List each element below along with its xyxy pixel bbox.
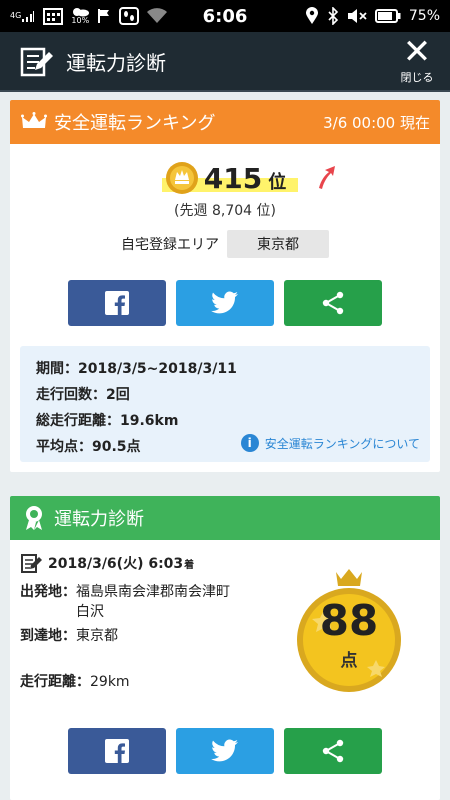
trips-line: 走行回数：2回 bbox=[36, 387, 130, 403]
twitter-share-button[interactable] bbox=[176, 728, 274, 774]
mute-icon bbox=[347, 8, 367, 24]
wifi-icon bbox=[147, 8, 168, 24]
notepad-icon bbox=[21, 554, 42, 573]
trip-distance-value: 29km bbox=[90, 674, 130, 690]
share-icon bbox=[322, 291, 344, 315]
area-row: 自宅登録エリア 東京都 bbox=[10, 230, 440, 258]
ranking-date: 3/6 00:00 現在 bbox=[323, 113, 430, 132]
distance-line: 総走行距離：19.6km bbox=[36, 413, 179, 429]
diagnosis-title: 運転力診断 bbox=[54, 509, 144, 530]
diagnosis-share-row bbox=[10, 728, 440, 774]
period-line: 期間：2018/3/5~2018/3/11 bbox=[36, 361, 237, 377]
notepad-icon bbox=[16, 41, 56, 81]
departure-label: 出発地： bbox=[20, 584, 76, 600]
flag-icon bbox=[97, 8, 111, 24]
ranking-info-box: 期間：2018/3/5~2018/3/11 走行回数：2回 総走行距離：19.6… bbox=[20, 346, 430, 462]
facebook-share-button[interactable] bbox=[68, 280, 166, 326]
share-button[interactable] bbox=[284, 280, 382, 326]
ranking-share-row bbox=[10, 280, 440, 326]
diagnosis-header: 運転力診断 bbox=[10, 496, 440, 540]
previous-rank: (先週 8,704 位) bbox=[174, 203, 276, 219]
about-ranking-label: 安全運転ランキングについて bbox=[264, 436, 420, 451]
battery-percent: 75% bbox=[408, 8, 440, 24]
twitter-icon bbox=[211, 739, 238, 762]
area-label: 自宅登録エリア bbox=[121, 237, 219, 253]
trip-date-suffix: 着 bbox=[184, 559, 195, 571]
battery-icon bbox=[374, 9, 401, 23]
small-percent: 10% bbox=[71, 16, 90, 25]
ribbon-icon bbox=[20, 504, 48, 532]
trip-distance-label: 走行距離： bbox=[20, 674, 90, 690]
share-icon bbox=[322, 739, 344, 763]
medal-icon bbox=[165, 162, 198, 194]
info-icon: i bbox=[240, 434, 259, 452]
facebook-icon bbox=[105, 739, 129, 763]
footsteps-icon bbox=[119, 7, 140, 25]
area-value: 東京都 bbox=[227, 230, 329, 258]
page-title: 運転力診断 bbox=[66, 50, 166, 75]
score-medal: 88 点 bbox=[284, 564, 414, 694]
crown-icon bbox=[20, 108, 48, 136]
rank-unit: 位 bbox=[268, 172, 287, 193]
rank-number: 415 bbox=[203, 161, 263, 195]
trip-date-text: 2018/3/6(火) 6:03 bbox=[48, 556, 184, 572]
close-label: 閉じる bbox=[400, 71, 434, 84]
about-ranking-link[interactable]: i 安全運転ランキングについて bbox=[240, 434, 420, 452]
status-bar: 4G 10% 6:06 75% bbox=[0, 0, 450, 32]
location-icon bbox=[305, 7, 319, 25]
close-button[interactable]: ✕ 閉じる bbox=[390, 32, 444, 90]
calendar-icon bbox=[43, 7, 64, 25]
arrival-value: 東京都 bbox=[76, 628, 118, 644]
diagnosis-card: 運転力診断 2018/3/6(火) 6:03 着 出発地： 福島県南会津郡南会津… bbox=[10, 496, 440, 800]
facebook-icon bbox=[105, 291, 129, 315]
share-button[interactable] bbox=[284, 728, 382, 774]
ranking-card: 安全運転ランキング 3/6 00:00 現在 415 位 (先週 8,704 位… bbox=[10, 100, 440, 472]
twitter-share-button[interactable] bbox=[176, 280, 274, 326]
twitter-icon bbox=[211, 291, 238, 314]
facebook-share-button[interactable] bbox=[68, 728, 166, 774]
arrival-label: 到達地： bbox=[20, 628, 76, 644]
close-icon: ✕ bbox=[402, 32, 432, 72]
departure-value: 福島県南会津郡南会津町白沢 bbox=[76, 584, 230, 620]
header-divider bbox=[0, 90, 450, 92]
bluetooth-icon bbox=[327, 7, 339, 25]
score-unit: 点 bbox=[340, 651, 358, 671]
app-header: 運転力診断 ✕ 閉じる bbox=[0, 32, 450, 90]
network-type: 4G bbox=[10, 11, 22, 20]
signal-icon: 4G bbox=[10, 9, 35, 23]
ranking-header: 安全運転ランキング 3/6 00:00 現在 bbox=[10, 100, 440, 144]
rank-row: 415 位 bbox=[10, 158, 440, 198]
weather-icon: 10% bbox=[71, 7, 90, 25]
score-value: 88 bbox=[319, 596, 379, 645]
ranking-title: 安全運転ランキング bbox=[54, 113, 216, 134]
arrow-up-icon bbox=[319, 166, 335, 189]
